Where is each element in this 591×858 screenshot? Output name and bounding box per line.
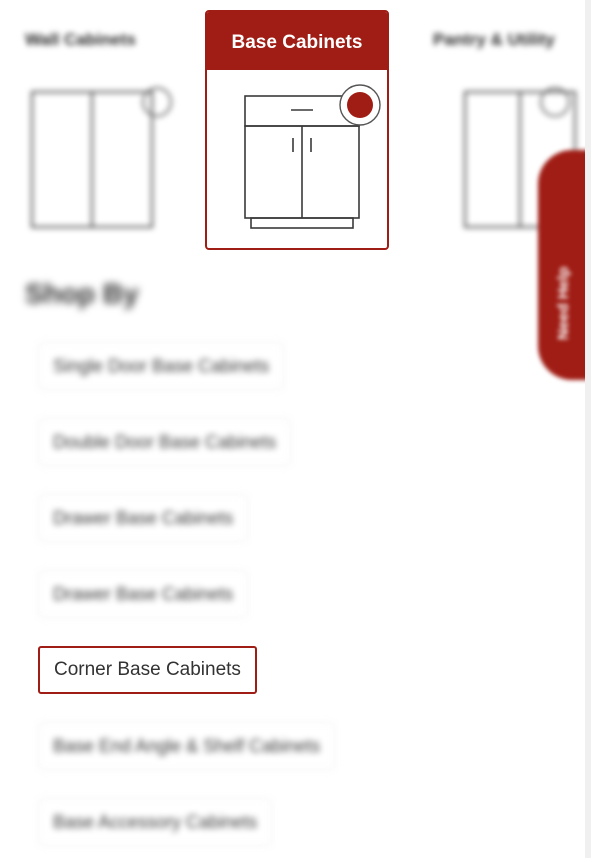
category-base-label: Base Cabinets <box>207 12 387 70</box>
category-pantry-label[interactable]: Pantry & Utility <box>433 30 555 50</box>
shop-by-item-drawer-base[interactable]: Drawer Base Cabinets <box>38 494 249 542</box>
selected-indicator-icon <box>339 84 381 126</box>
shop-by-item-drawer-base-2[interactable]: Drawer Base Cabinets <box>38 570 249 618</box>
category-wall-label[interactable]: Wall Cabinets <box>25 30 136 50</box>
help-side-tab-label: Need Help <box>555 266 572 340</box>
category-base-card[interactable]: Base Cabinets <box>205 10 389 250</box>
shop-by-item-double-door[interactable]: Double Door Base Cabinets <box>38 418 292 466</box>
shop-by-item-accessory[interactable]: Base Accessory Cabinets <box>38 798 273 846</box>
wall-cabinet-icon[interactable] <box>22 82 172 242</box>
shop-by-title: Shop By <box>25 278 139 309</box>
shop-by-item-end-angle[interactable]: Base End Angle & Shelf Cabinets <box>38 722 336 770</box>
base-cabinet-icon <box>244 84 381 229</box>
scrollbar[interactable] <box>585 0 591 858</box>
shop-by-item-corner-base[interactable]: Corner Base Cabinets <box>38 646 257 694</box>
shop-by-item-single-door[interactable]: Single Door Base Cabinets <box>38 342 285 390</box>
